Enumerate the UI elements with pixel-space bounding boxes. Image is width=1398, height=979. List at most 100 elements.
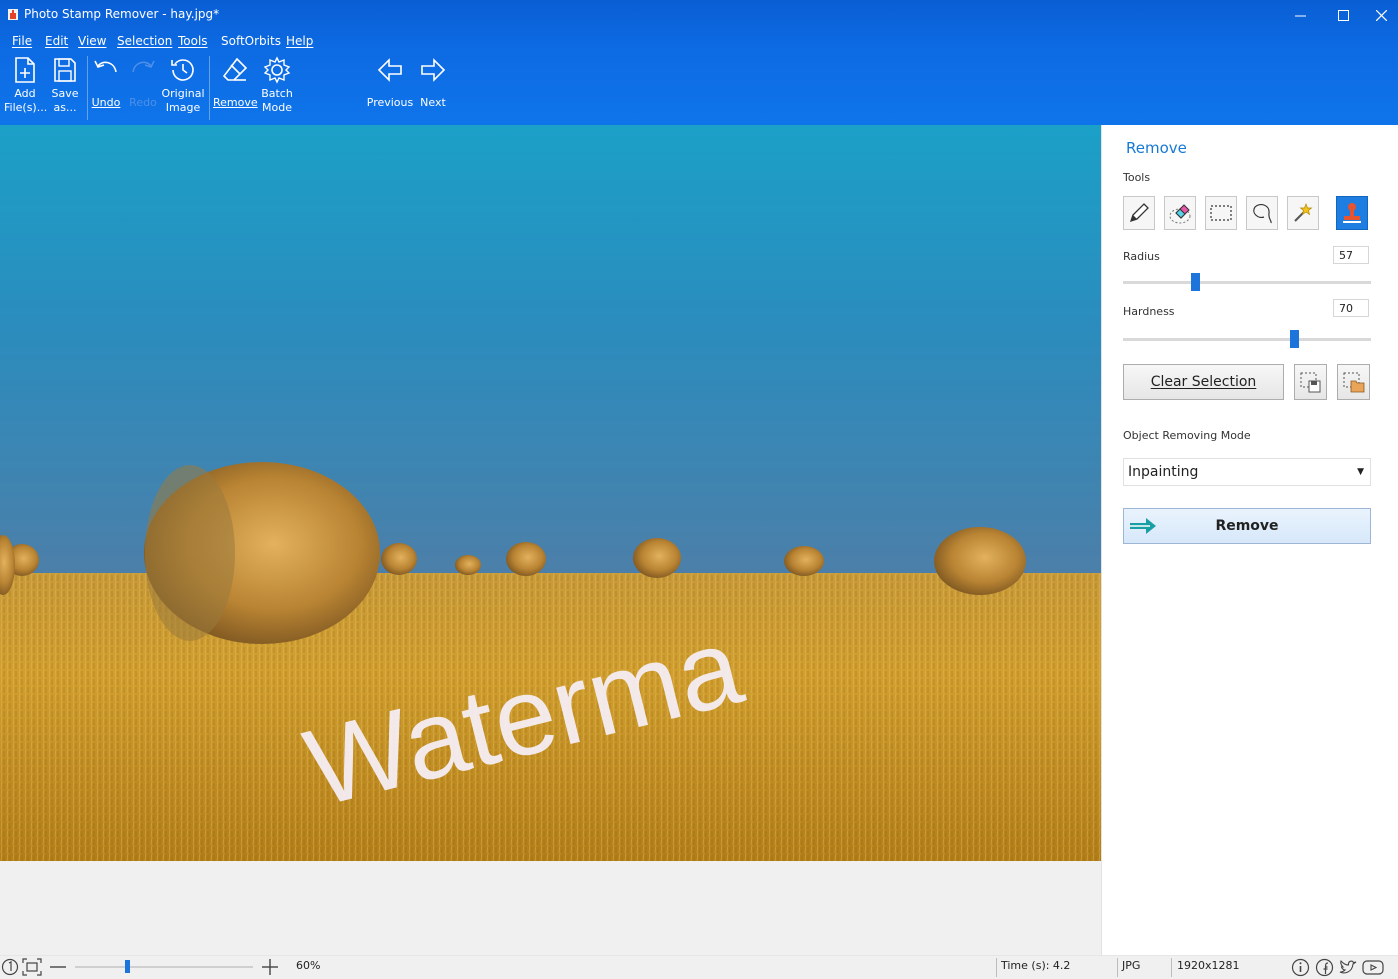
menu-softorbits[interactable]: SoftOrbits [221,34,281,48]
add-files-button[interactable]: Add File(s)... [4,56,48,115]
status-bar: 60% Time (s): 4.2 JPG 1920x1281 [0,955,1398,979]
youtube-icon[interactable] [1362,958,1384,977]
next-button[interactable]: Next [417,56,449,110]
next-label: Next [420,96,446,109]
pencil-icon [1129,203,1149,223]
batch-mode-button[interactable]: Batch Mode [258,56,296,115]
mode-label: Object Removing Mode [1123,429,1251,442]
remove-button-label: Remove [1215,518,1279,534]
status-separator [1171,958,1172,977]
save-selection-button[interactable] [1294,364,1327,400]
undo-label: Undo [91,96,121,109]
add-file-icon [15,57,35,83]
gear-icon [263,56,291,84]
batch-mode-label: Batch Mode [261,87,293,114]
zoom-slider-thumb[interactable] [124,960,130,973]
arrow-left-icon [377,58,402,82]
save-as-label: Save as... [51,87,79,114]
window-title: Photo Stamp Remover - hay.jpg* [24,7,220,21]
panel-title: Remove [1126,139,1187,157]
chevron-down-icon: ▼ [1357,467,1364,477]
mode-dropdown[interactable]: Inpainting ▼ [1123,458,1371,486]
save-as-button[interactable]: Save as... [48,56,82,115]
app-icon [8,9,18,20]
top-band: Photo Stamp Remover - hay.jpg* File Edit… [0,0,1398,125]
close-icon [1375,9,1387,21]
original-image-label: Original Image [161,87,205,114]
lasso-tool-button[interactable] [1246,196,1278,230]
original-image-button[interactable]: Original Image [160,56,206,115]
previous-label: Previous [366,96,414,109]
image-canvas[interactable]: Waterma [0,125,1101,955]
facebook-icon[interactable] [1315,958,1334,977]
toolbar-separator [87,56,88,120]
zoom-in-icon[interactable] [261,958,279,976]
tools-label: Tools [1123,171,1151,184]
eraser-tool-button[interactable] [1164,196,1196,230]
hardness-slider-thumb[interactable] [1290,330,1300,348]
menu-help[interactable]: Help [286,34,313,48]
menu-selection[interactable]: Selection [117,34,172,48]
minimize-icon [1294,15,1306,16]
rect-select-icon [1210,205,1232,221]
processing-time: Time (s): 4.2 [1001,959,1071,972]
magic-wand-icon [1294,203,1313,222]
remove-toolbar-button[interactable]: Remove [213,56,258,110]
clear-selection-button[interactable]: Clear Selection [1123,364,1284,400]
history-icon [171,59,194,81]
status-separator [1117,958,1118,977]
mode-dropdown-value: Inpainting [1128,464,1199,480]
maximize-button[interactable] [1321,0,1365,30]
hardness-slider[interactable] [1123,330,1371,348]
toolbar: Add File(s)... Save as... Undo Redo Orig… [0,52,1100,125]
image-format: JPG [1122,959,1141,972]
image-dimensions: 1920x1281 [1177,959,1240,972]
maximize-icon [1337,9,1349,21]
arrow-right-icon [421,58,446,82]
hay-field-photo[interactable]: Waterma [0,125,1101,861]
stamp-tool-button[interactable] [1336,196,1368,230]
remove-button[interactable]: Remove [1123,508,1371,544]
hardness-value-box[interactable]: 70 [1333,299,1369,317]
stamp-icon [1343,203,1361,223]
eraser-icon [222,57,248,81]
toolbar-separator [209,56,210,120]
minimize-button[interactable] [1278,0,1322,30]
load-selection-button[interactable] [1337,364,1370,400]
close-button[interactable] [1364,0,1398,30]
zoom-out-icon[interactable] [49,958,67,976]
magic-wand-tool-button[interactable] [1287,196,1319,230]
rect-select-tool-button[interactable] [1205,196,1237,230]
redo-button[interactable]: Redo [127,56,159,110]
radius-slider[interactable] [1123,273,1371,291]
redo-icon [132,60,155,73]
undo-button[interactable]: Undo [90,56,122,110]
menu-view[interactable]: View [78,34,106,48]
zoom-level: 60% [296,959,321,972]
menu-tools[interactable]: Tools [178,34,208,48]
save-selection-icon [1300,372,1320,393]
fit-screen-icon[interactable] [22,958,42,976]
previous-button[interactable]: Previous [366,56,414,110]
add-files-label: Add File(s)... [4,87,48,114]
radius-slider-thumb[interactable] [1190,273,1200,291]
radius-value-box[interactable]: 57 [1333,246,1369,264]
remove-panel: Remove Tools Radius 57 Hardness 70 Clear… [1101,125,1398,955]
hardness-label: Hardness [1123,305,1175,318]
eraser-icon [1169,204,1191,224]
pencil-tool-button[interactable] [1123,196,1155,230]
status-separator [996,958,997,977]
info-icon[interactable] [1291,958,1310,977]
twitter-icon[interactable] [1338,958,1358,977]
menu-bar: File Edit View Selection Tools SoftOrbit… [0,30,600,52]
radius-label: Radius [1123,250,1160,263]
menu-file[interactable]: File [12,34,32,48]
remove-toolbar-label: Remove [213,96,258,109]
zoom-actual-icon[interactable] [1,958,19,976]
lasso-icon [1253,203,1272,224]
undo-icon [94,60,117,73]
redo-label: Redo [129,96,157,109]
zoom-slider[interactable] [75,960,253,973]
folder-icon [1343,372,1364,393]
menu-edit[interactable]: Edit [45,34,68,48]
